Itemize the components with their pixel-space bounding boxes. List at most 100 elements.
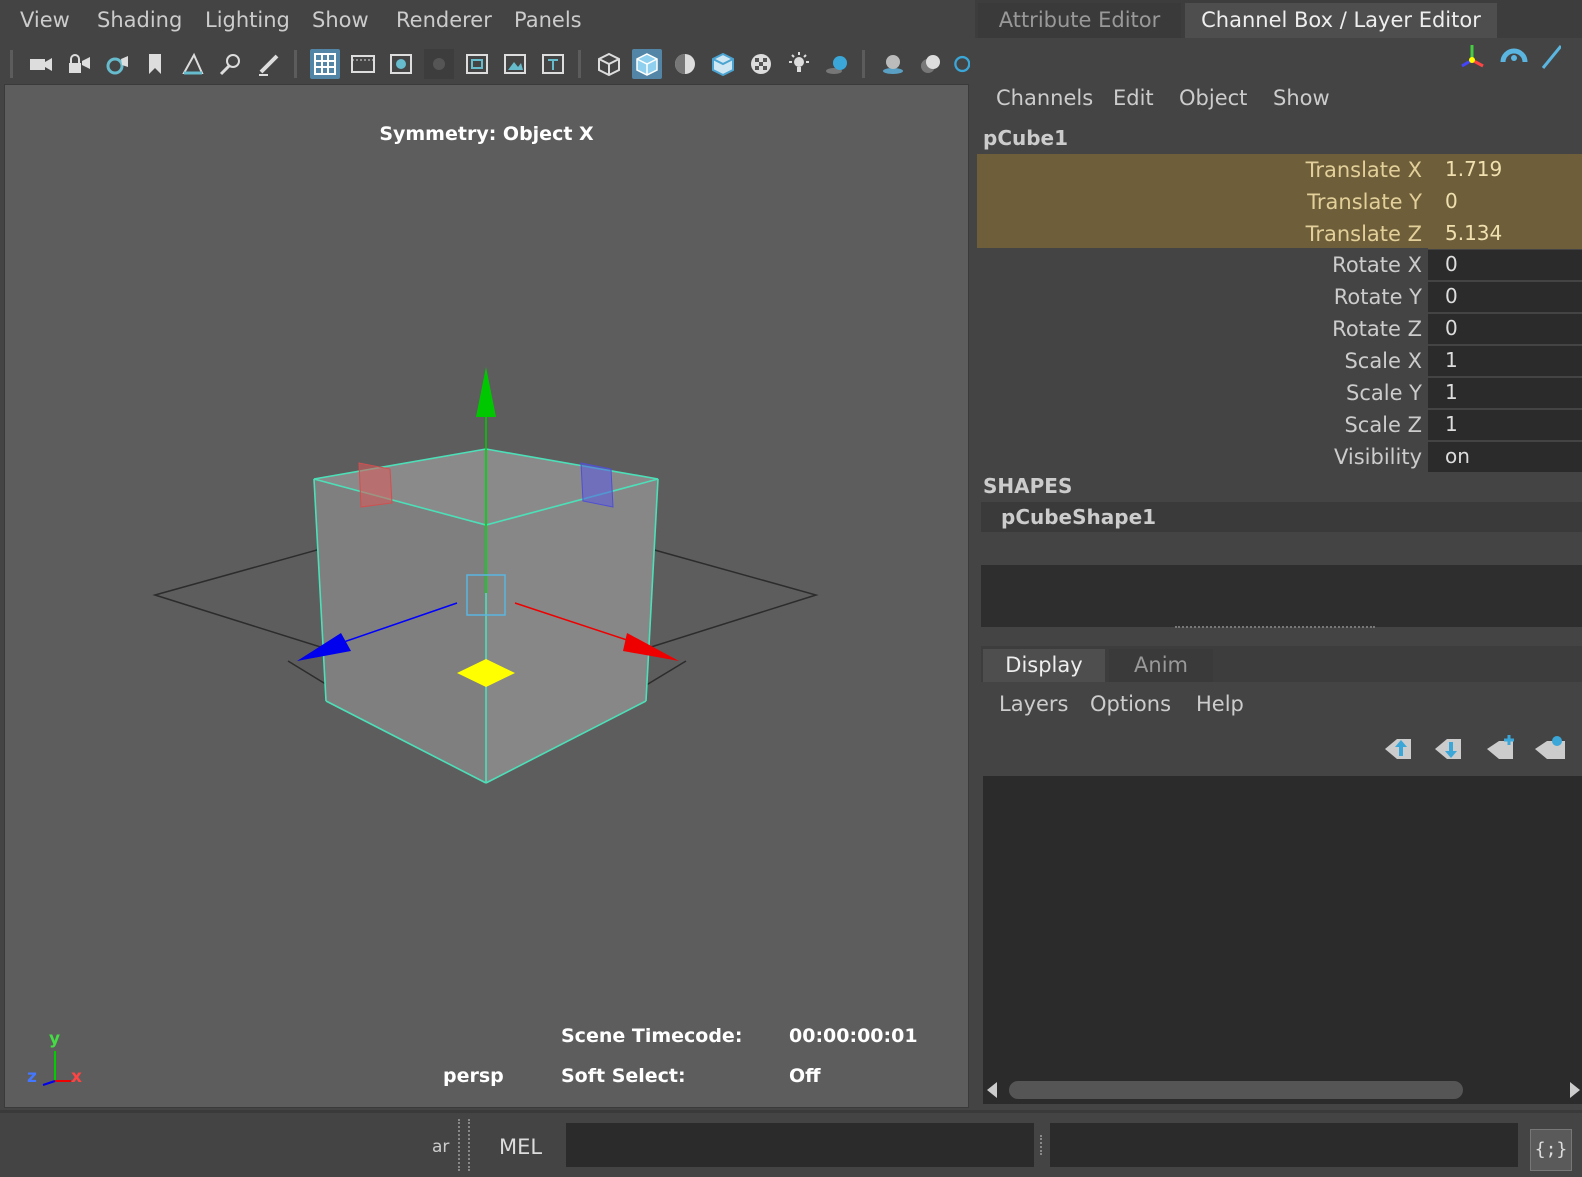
manipulator-icon[interactable]	[1457, 40, 1487, 70]
wireframe-icon[interactable]	[594, 49, 624, 79]
safe-action-icon[interactable]	[500, 49, 530, 79]
channel-value-field[interactable]: 1	[1428, 378, 1582, 408]
channel-label[interactable]: Translate Y	[1307, 190, 1422, 214]
motion-blur-icon[interactable]	[916, 49, 946, 79]
channel-label[interactable]: Rotate Z	[1332, 317, 1422, 341]
toolbar-separator	[294, 50, 297, 78]
gate-mask-icon[interactable]	[424, 49, 454, 79]
channel-value-field[interactable]: 0	[1428, 314, 1582, 344]
menu-channels[interactable]: Channels	[996, 86, 1093, 110]
shape-name[interactable]: pCubeShape1	[1001, 505, 1156, 529]
tab-attribute-editor[interactable]: Attribute Editor	[978, 3, 1181, 38]
channel-value-field[interactable]: 1.719	[1428, 155, 1582, 185]
tab-channel-box[interactable]: Channel Box / Layer Editor	[1185, 3, 1497, 38]
object-name[interactable]: pCube1	[983, 126, 1068, 150]
menu-view[interactable]: View	[20, 8, 70, 32]
scroll-right-icon[interactable]	[1568, 1082, 1580, 1098]
menu-renderer[interactable]: Renderer	[396, 8, 492, 32]
channel-row-scale-y[interactable]: Scale Y 1	[977, 377, 1582, 409]
panel-splitter-handle[interactable]	[1175, 626, 1375, 634]
menu-help[interactable]: Help	[1196, 692, 1244, 716]
script-language-toggle[interactable]: MEL	[499, 1135, 542, 1159]
bookmark-icon[interactable]	[140, 49, 170, 79]
channel-row-rotate-y[interactable]: Rotate Y 0	[977, 281, 1582, 313]
camera-icon[interactable]	[26, 49, 56, 79]
menu-object[interactable]: Object	[1179, 86, 1247, 110]
wireframe-on-shaded-icon[interactable]	[708, 49, 738, 79]
shadows-icon[interactable]	[822, 49, 852, 79]
menu-options[interactable]: Options	[1090, 692, 1171, 716]
script-editor-icon[interactable]: {;}	[1530, 1129, 1572, 1171]
channel-value-field[interactable]: 5.134	[1428, 219, 1582, 249]
safe-title-icon[interactable]	[538, 49, 568, 79]
truncated-label: ar	[432, 1137, 450, 1157]
ambient-occlusion-icon[interactable]	[878, 49, 908, 79]
channel-label[interactable]: Scale Z	[1344, 413, 1422, 437]
menu-edit[interactable]: Edit	[1113, 86, 1154, 110]
hyperbolic-icon[interactable]	[1541, 40, 1561, 70]
channel-label[interactable]: Translate Z	[1306, 222, 1422, 246]
channel-value-field[interactable]: 0	[1428, 250, 1582, 280]
channel-label[interactable]: Translate X	[1306, 158, 1422, 182]
grease-pencil-icon[interactable]	[254, 49, 284, 79]
menu-layers[interactable]: Layers	[999, 692, 1069, 716]
film-gate-icon[interactable]	[348, 49, 378, 79]
channel-label[interactable]: Scale X	[1344, 349, 1422, 373]
anti-aliasing-icon[interactable]	[950, 49, 970, 79]
resolution-gate-icon[interactable]	[386, 49, 416, 79]
menu-panels[interactable]: Panels	[514, 8, 582, 32]
lock-camera-icon[interactable]	[64, 49, 94, 79]
drag-handle[interactable]	[458, 1119, 470, 1171]
channel-value-field[interactable]: 1	[1428, 346, 1582, 376]
channel-label[interactable]: Scale Y	[1346, 381, 1422, 405]
channel-row-rotate-z[interactable]: Rotate Z 0	[977, 313, 1582, 345]
channel-label[interactable]: Visibility	[1334, 445, 1422, 469]
channel-row-visibility[interactable]: Visibility on	[977, 441, 1582, 473]
textured-icon[interactable]	[746, 49, 776, 79]
new-empty-layer-icon[interactable]	[1485, 734, 1517, 764]
camera-name: persp	[443, 1065, 504, 1087]
horizontal-scrollbar[interactable]	[983, 1076, 1582, 1104]
scrollbar-thumb[interactable]	[1009, 1081, 1463, 1099]
channel-value-field[interactable]: 1	[1428, 410, 1582, 440]
default-material-icon[interactable]	[670, 49, 700, 79]
scene-canvas[interactable]	[5, 85, 968, 1107]
channel-row-translate-x[interactable]: Translate X 1.719	[977, 154, 1582, 186]
channel-row-translate-y[interactable]: Translate Y 0	[977, 186, 1582, 218]
channel-row-translate-z[interactable]: Translate Z 5.134	[977, 218, 1582, 249]
channel-row-scale-x[interactable]: Scale X 1	[977, 345, 1582, 377]
shape-row[interactable]: pCubeShape1	[981, 502, 1582, 532]
channel-value-field[interactable]: 0	[1428, 187, 1582, 217]
move-layer-down-icon[interactable]	[1433, 734, 1465, 764]
3d-viewport[interactable]: Symmetry: Object X y z x Scene Timecode:…	[4, 84, 969, 1108]
grid-icon[interactable]	[310, 49, 340, 79]
layer-editor-tabbar: Display Anim	[981, 646, 1582, 682]
new-layer-from-selected-icon[interactable]	[1533, 734, 1565, 764]
move-layer-up-icon[interactable]	[1383, 734, 1415, 764]
channel-label[interactable]: Rotate Y	[1334, 285, 1422, 309]
menu-show-channels[interactable]: Show	[1273, 86, 1330, 110]
split-handle[interactable]	[1040, 1135, 1045, 1155]
tab-anim-layers[interactable]: Anim	[1109, 649, 1213, 682]
channel-value-field[interactable]: 0	[1428, 282, 1582, 312]
use-all-lights-icon[interactable]	[784, 49, 814, 79]
smooth-shade-icon[interactable]	[632, 49, 662, 79]
speed-icon[interactable]	[1499, 40, 1529, 70]
viewport-toolbar	[0, 44, 970, 84]
menu-show[interactable]: Show	[312, 8, 369, 32]
y-axis-handle	[476, 367, 496, 417]
channel-row-rotate-x[interactable]: Rotate X 0	[977, 249, 1582, 281]
menu-lighting[interactable]: Lighting	[205, 8, 290, 32]
channel-label[interactable]: Rotate X	[1332, 253, 1422, 277]
scroll-left-icon[interactable]	[987, 1082, 999, 1098]
field-chart-icon[interactable]	[462, 49, 492, 79]
camera-attributes-icon[interactable]	[102, 49, 132, 79]
layer-list[interactable]	[983, 776, 1582, 1076]
tab-display-layers[interactable]: Display	[983, 649, 1105, 682]
command-input[interactable]	[566, 1123, 1034, 1167]
channel-value-field[interactable]: on	[1428, 442, 1582, 472]
menu-shading[interactable]: Shading	[97, 8, 182, 32]
2d-pan-zoom-icon[interactable]	[216, 49, 246, 79]
channel-row-scale-z[interactable]: Scale Z 1	[977, 409, 1582, 441]
image-plane-icon[interactable]	[178, 49, 208, 79]
